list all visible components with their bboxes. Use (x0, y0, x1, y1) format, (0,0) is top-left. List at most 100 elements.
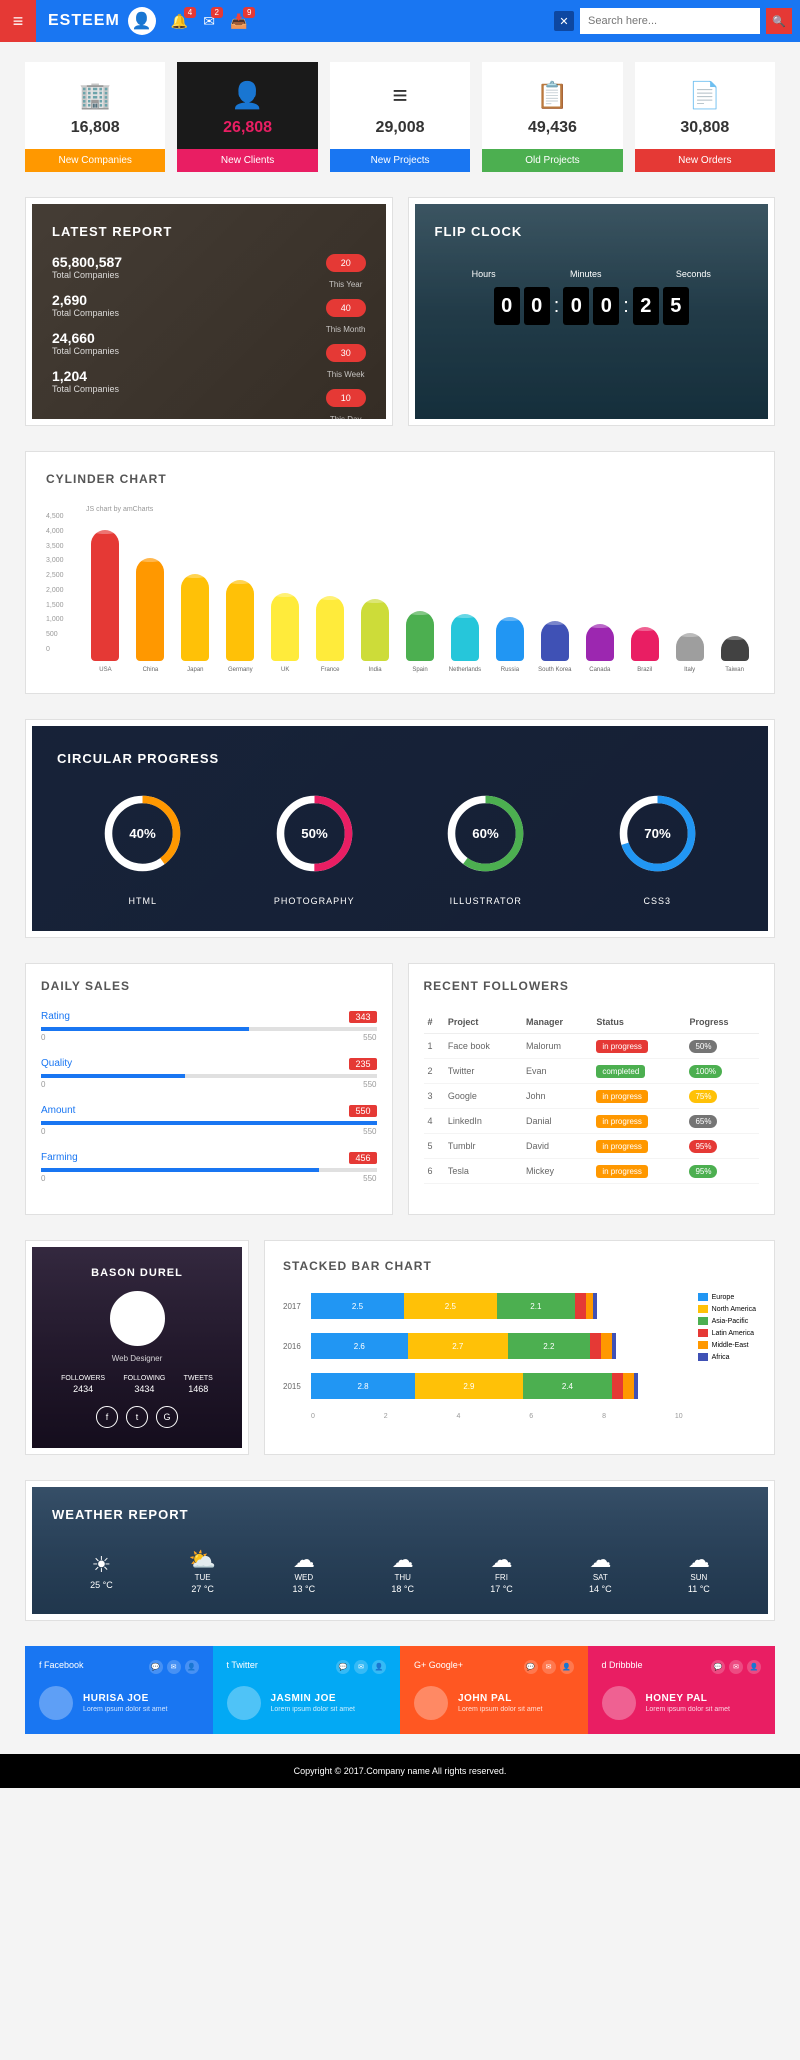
weather-day: ☁THU18 °C (391, 1547, 414, 1594)
latest-report-card: LATEST REPORT 65,800,587Total Companies2… (25, 197, 393, 426)
clock-digit: 5 (663, 287, 689, 325)
sales-item: Rating3430550 (41, 1011, 377, 1042)
progress-ring: 70%CSS3 (615, 791, 700, 906)
weather-day: ☁WED13 °C (293, 1547, 316, 1594)
stat-card[interactable]: 📄 30,808 New Orders (635, 62, 775, 172)
stat-icon: ≡ (330, 80, 470, 111)
social-card[interactable]: d Dribbble💬✉👤HONEY PALLorem ipsum dolor … (588, 1646, 776, 1734)
user-icon[interactable]: 👤 (747, 1660, 761, 1674)
cylinder-bar: South Korea (535, 621, 574, 673)
cylinder-bar: Russia (490, 617, 529, 673)
facebook-icon[interactable]: f (96, 1406, 118, 1428)
inbox-icon[interactable]: 📥9 (230, 13, 247, 30)
table-row: 2TwitterEvancompleted100% (424, 1059, 760, 1084)
cylinder-bar: Netherlands (446, 614, 485, 673)
table-row: 3GoogleJohnin progress75% (424, 1084, 760, 1109)
stacked-title: STACKED BAR CHART (283, 1259, 756, 1273)
mail-icon[interactable]: ✉ (354, 1660, 368, 1674)
clock-digit: 0 (524, 287, 550, 325)
chat-icon[interactable]: 💬 (149, 1660, 163, 1674)
stats-row: 🏢16,808New Companies👤26,808New Clients≡2… (25, 62, 775, 172)
stat-card[interactable]: 📋49,436Old Projects (482, 62, 622, 172)
cylinder-bar: Taiwan (715, 636, 754, 673)
sales-item: Farming4560550 (41, 1152, 377, 1183)
profile-card: BASON DUREL Web Designer FOLLOWERS2434FO… (25, 1240, 249, 1455)
social-card[interactable]: G+ Google+💬✉👤JOHN PALLorem ipsum dolor s… (400, 1646, 588, 1734)
mail-icon[interactable]: ✉ (542, 1660, 556, 1674)
stat-card[interactable]: 🏢 16,808 New Companies (25, 62, 165, 172)
user-icon[interactable]: 👤 (185, 1660, 199, 1674)
cylinder-bar: USA (86, 530, 125, 673)
stat-value: 26,808 (177, 119, 317, 137)
cylinder-bar: Canada (580, 624, 619, 673)
cylinder-chart-title: CYLINDER CHART (46, 472, 754, 486)
stat-value: 29,008 (330, 119, 470, 137)
svg-text:60%: 60% (473, 826, 500, 841)
stat-icon: 🏢 (25, 80, 165, 111)
clock-digit: 0 (494, 287, 520, 325)
svg-text:50%: 50% (301, 826, 328, 841)
stat-value: 16,808 (25, 119, 165, 137)
sales-item: Amount5500550 (41, 1105, 377, 1136)
stat-label: New Companies (25, 149, 165, 172)
social-row: f Facebook💬✉👤HURISA JOELorem ipsum dolor… (25, 1646, 775, 1734)
user-icon[interactable]: 👤 (560, 1660, 574, 1674)
search-input[interactable] (580, 8, 760, 34)
top-icons: 🔔4 ✉2 📥9 (171, 13, 248, 30)
topbar: ≡ ESTEEM 👤 🔔4 ✉2 📥9 ✕ 🔍 (0, 0, 800, 42)
avatar (414, 1686, 448, 1720)
social-card[interactable]: f Facebook💬✉👤HURISA JOELorem ipsum dolor… (25, 1646, 213, 1734)
mail-icon[interactable]: ✉ (729, 1660, 743, 1674)
profile-role: Web Designer (52, 1354, 222, 1363)
footer: Copyright © 2017.Company name All rights… (0, 1754, 800, 1788)
clock-digit: 2 (633, 287, 659, 325)
profile-name: BASON DUREL (52, 1267, 222, 1279)
stacked-row: 20172.52.52.1 (283, 1293, 683, 1319)
chat-icon[interactable]: 💬 (524, 1660, 538, 1674)
flip-clock-title: FLIP CLOCK (435, 224, 749, 239)
stacked-row: 20152.82.92.4 (283, 1373, 683, 1399)
stat-card[interactable]: 👤26,808New Clients (177, 62, 317, 172)
stat-label: New Orders (635, 149, 775, 172)
circular-title: CIRCULAR PROGRESS (57, 751, 743, 766)
user-icon[interactable]: 👤 (372, 1660, 386, 1674)
google-icon[interactable]: G (156, 1406, 178, 1428)
social-card[interactable]: t Twitter💬✉👤JASMIN JOELorem ipsum dolor … (213, 1646, 401, 1734)
search-button[interactable]: 🔍 (766, 8, 792, 34)
sales-item: Quality2350550 (41, 1058, 377, 1089)
flip-clock-card: FLIP CLOCK Hours Minutes Seconds 00:00:2… (408, 197, 776, 426)
stat-label: New Projects (330, 149, 470, 172)
stat-icon: 👤 (177, 80, 317, 111)
cylinder-bar: Germany (221, 580, 260, 673)
avatar[interactable]: 👤 (128, 7, 156, 35)
twitter-icon[interactable]: t (126, 1406, 148, 1428)
recent-followers-card: RECENT FOLLOWERS #ProjectManagerStatusPr… (408, 963, 776, 1215)
clock-digit: 0 (563, 287, 589, 325)
followers-title: RECENT FOLLOWERS (424, 979, 760, 993)
daily-sales-card: DAILY SALES Rating3430550Quality2350550A… (25, 963, 393, 1215)
latest-report-title: LATEST REPORT (52, 224, 366, 239)
progress-ring: 60%ILLUSTRATOR (443, 791, 528, 906)
close-icon[interactable]: ✕ (554, 11, 574, 31)
cylinder-bar: Italy (670, 633, 709, 673)
stat-card[interactable]: ≡ 29,008 New Projects (330, 62, 470, 172)
mail-icon[interactable]: ✉2 (203, 13, 215, 30)
progress-ring: 50%PHOTOGRAPHY (272, 791, 357, 906)
cylinder-bar: Spain (401, 611, 440, 673)
weather-title: WEATHER REPORT (52, 1507, 748, 1522)
table-row: 4LinkedInDanialin progress65% (424, 1109, 760, 1134)
avatar (39, 1686, 73, 1720)
stat-icon: 📄 (635, 80, 775, 111)
circular-progress-card: CIRCULAR PROGRESS 40%HTML50%PHOTOGRAPHY6… (25, 719, 775, 938)
chat-icon[interactable]: 💬 (336, 1660, 350, 1674)
mail-icon[interactable]: ✉ (167, 1660, 181, 1674)
chat-icon[interactable]: 💬 (711, 1660, 725, 1674)
stat-value: 30,808 (635, 119, 775, 137)
weather-day: ☀25 °C (90, 1552, 113, 1590)
bell-icon[interactable]: 🔔4 (171, 13, 188, 30)
table-row: 5TumblrDavidin progress95% (424, 1134, 760, 1159)
menu-button[interactable]: ≡ (0, 0, 36, 42)
stat-icon: 📋 (482, 80, 622, 111)
cylinder-bar: Japan (176, 574, 215, 673)
weather-day: ☁FRI17 °C (490, 1547, 513, 1594)
